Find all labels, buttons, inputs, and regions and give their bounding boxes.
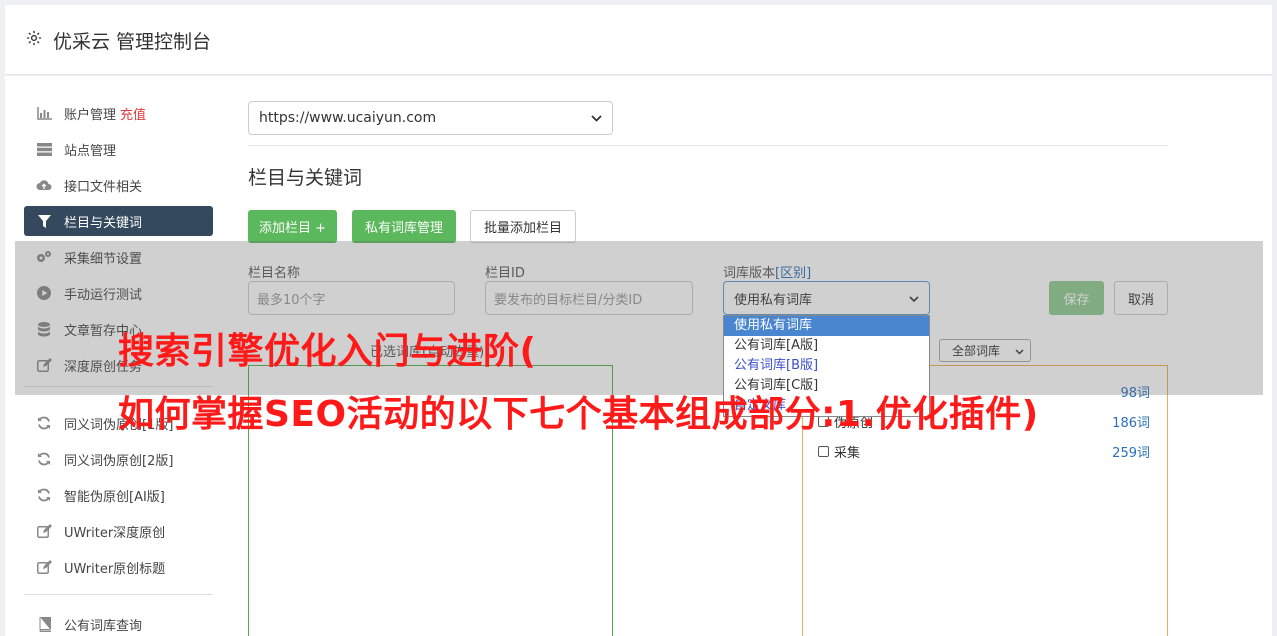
bar-chart-icon [36, 105, 52, 121]
sidebar-item-uwriter-title[interactable]: UWriter原创标题 [24, 552, 213, 582]
cloud-upload-icon [36, 177, 52, 193]
dropdown-option[interactable]: 公有词库[A版] [724, 336, 929, 356]
sidebar-item-ai-rewrite[interactable]: 智能伪原创[AI版] [24, 480, 213, 510]
sidebar-item-label: 公有词库查询 [64, 618, 143, 634]
sidebar-item-sites[interactable]: 站点管理 [24, 134, 213, 164]
recharge-link[interactable]: 充值 [120, 104, 146, 123]
dropdown-option[interactable]: 公有词库[B版] [724, 356, 929, 376]
sidebar-item-label: 栏目与关键词 [64, 215, 143, 231]
watermark-line-1: 搜索引擎优化入门与进阶( [118, 331, 537, 372]
refresh-icon [36, 487, 52, 503]
lib-count: 186词 [1112, 416, 1150, 431]
sidebar-item-label: 同义词伪原创[2版] [64, 453, 174, 469]
sidebar-item-label: 账户管理 [64, 107, 117, 123]
refresh-icon [36, 451, 52, 467]
sidebar-item-account[interactable]: 账户管理 充值 [24, 98, 213, 128]
divider [248, 145, 1168, 146]
lib-name: 采集 [834, 446, 861, 461]
sidebar-item-label: 智能伪原创[AI版] [64, 489, 165, 505]
filter-icon [36, 213, 52, 229]
sidebar-item-label: 接口文件相关 [64, 179, 143, 195]
batch-add-button[interactable]: 批量添加栏目 [470, 210, 576, 243]
edit-icon [36, 559, 52, 575]
sidebar-item-interface[interactable]: 接口文件相关 [24, 170, 213, 200]
book-icon [36, 616, 52, 632]
sidebar-divider [24, 594, 213, 595]
sidebar-item-public-lib[interactable]: 公有词库查询 [24, 609, 213, 636]
watermark-line-2: 如何掌握SEO活动的以下七个基本组成部分:1.优化插件) [118, 394, 1039, 435]
lib-item-label: 采集 [818, 442, 860, 461]
chevron-down-icon [591, 110, 602, 126]
add-column-button[interactable]: 添加栏目 + [248, 210, 337, 243]
console-title: 优采云 管理控制台 [25, 27, 211, 54]
section-title: 栏目与关键词 [248, 167, 363, 189]
sidebar-item-synonym-2[interactable]: 同义词伪原创[2版] [24, 444, 213, 474]
console-title-text: 优采云 管理控制台 [53, 31, 212, 53]
header-bar: 优采云 管理控制台 [5, 5, 1272, 75]
sidebar-item-label: 站点管理 [64, 143, 117, 159]
sidebar-item-label: UWriter原创标题 [64, 561, 166, 577]
sidebar-item-uwriter-deep[interactable]: UWriter深度原创 [24, 516, 213, 546]
gear-icon [25, 29, 43, 52]
edit-icon [36, 523, 52, 539]
lib-count: 259词 [1112, 446, 1150, 461]
dropdown-option[interactable]: 使用私有词库 [724, 316, 929, 336]
sidebar-item-columns[interactable]: 栏目与关键词 [24, 206, 213, 236]
refresh-icon [36, 415, 52, 431]
private-lib-button[interactable]: 私有词库管理 [352, 210, 456, 243]
site-select-value: https://www.ucaiyun.com [259, 110, 437, 126]
server-icon [36, 141, 52, 157]
sidebar-item-label: UWriter深度原创 [64, 525, 166, 541]
site-select[interactable]: https://www.ucaiyun.com [248, 101, 613, 135]
list-item[interactable]: 采集 259词 [818, 442, 1150, 461]
checkbox[interactable] [818, 446, 829, 457]
